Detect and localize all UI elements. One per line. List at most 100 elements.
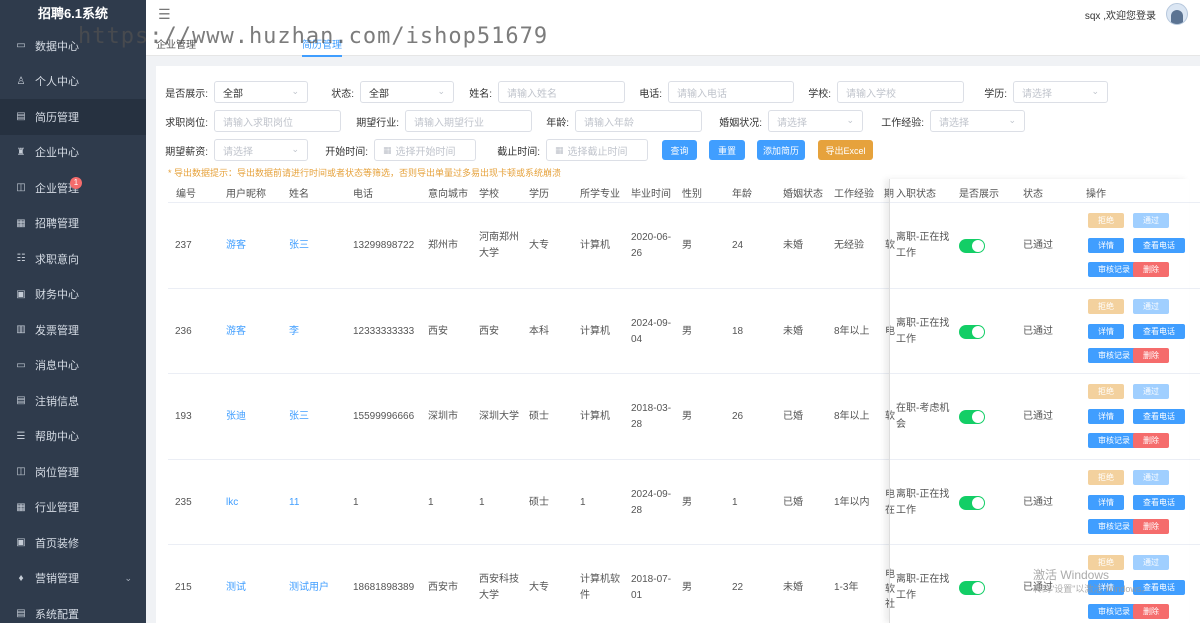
experience-select[interactable]: 请选择 ⌄ [930, 110, 1025, 132]
show-select[interactable]: 全部 ⌄ [214, 81, 308, 103]
cell-nickname-link[interactable]: 游客 [226, 238, 246, 253]
sidebar-item-settings[interactable]: ▤ 系统配置 [0, 596, 146, 623]
delete-button[interactable]: 删除 [1133, 604, 1169, 620]
delete-button[interactable]: 删除 [1133, 433, 1169, 449]
education-select[interactable]: 请选择 ⌄ [1013, 81, 1108, 103]
sidebar: 招聘6.1系统 ▭ 数据中心 ♙ 个人中心 ▤ 简历管理 ♜ 企业中心 ◫ 企业管理 1 ▦ 招聘管理 ☷… [0, 0, 146, 623]
sidebar-item-marketing[interactable]: ♦ 营销管理 ⌄ [0, 561, 146, 597]
sidebar-item-logout[interactable]: ▤ 注销信息 [0, 383, 146, 419]
help-icon: ☰ [16, 430, 26, 442]
export-excel-button[interactable]: 导出Excel [818, 140, 873, 160]
view-phone-button[interactable]: 查看电话 [1133, 238, 1185, 253]
sidebar-item-industry[interactable]: ▦ 行业管理 [0, 490, 146, 526]
cell-expectation-partial-2: 在 [885, 504, 895, 516]
reject-button[interactable]: 拒绝 [1088, 298, 1124, 314]
cell-id: 193 [175, 411, 192, 423]
cell-employment-status-line2: 工作 [896, 590, 916, 602]
sidebar-item-list[interactable]: ☷ 求职意向 [0, 241, 146, 277]
table-header: 编号 用户昵称 姓名 电话 意向城市 学校 学历 所学专业 毕业时间 性别 年龄 婚姻状态 工作经验期入… [168, 179, 1200, 203]
start-date-picker[interactable]: ▦ 选择开始时间 [374, 139, 476, 161]
sidebar-item-label: 发票管理 [35, 324, 79, 337]
top-bar: ☰ sqx ,欢迎您登录 [146, 0, 1200, 28]
display-toggle[interactable] [959, 239, 985, 253]
view-phone-button[interactable]: 查看电话 [1133, 323, 1185, 339]
detail-button[interactable]: 详情 [1088, 323, 1124, 339]
cell-graduation: 2020-06- [631, 232, 672, 243]
end-date-placeholder: 选择截止时间 [567, 146, 628, 158]
column-header: 年龄 [732, 189, 752, 200]
sidebar-item-box[interactable]: ◫ 岗位管理 [0, 454, 146, 490]
age-input[interactable]: 请输入年龄 [575, 110, 702, 132]
sidebar-item-home[interactable]: ▣ 首页装修 [0, 525, 146, 561]
cell-name-link[interactable]: 11 [289, 495, 299, 510]
cell-graduation-line2: 28 [631, 419, 643, 431]
cell-city: 西安市 [428, 582, 458, 594]
sidebar-item-wallet[interactable]: ▣ 财务中心 [0, 277, 146, 313]
cell-nickname-link[interactable]: 游客 [226, 324, 246, 339]
sidebar-item-cube[interactable]: ◫ 企业管理 1 [0, 170, 146, 206]
cell-nickname-link[interactable]: 张迪 [226, 409, 246, 424]
phone-input[interactable]: 请输入电话 [668, 81, 794, 103]
display-toggle[interactable] [959, 410, 985, 425]
reject-button[interactable]: 拒绝 [1088, 213, 1124, 228]
cell-name-link[interactable]: 测试用户 [289, 580, 329, 595]
reset-button[interactable]: 重置 [709, 140, 745, 160]
delete-button[interactable]: 删除 [1133, 347, 1169, 363]
salary-select[interactable]: 请选择 ⌄ [214, 139, 308, 161]
sidebar-item-company[interactable]: ♜ 企业中心 [0, 135, 146, 171]
display-toggle[interactable] [959, 324, 985, 339]
sidebar-item-document[interactable]: ▤ 简历管理 [0, 99, 146, 135]
sidebar-item-grid[interactable]: ▦ 招聘管理 [0, 206, 146, 242]
status-select[interactable]: 全部 ⌄ [360, 81, 454, 103]
detail-button[interactable]: 详情 [1088, 494, 1124, 510]
pass-button[interactable]: 通过 [1133, 384, 1169, 400]
user-greeting: sqx ,欢迎您登录 [1084, 10, 1156, 22]
cell-graduation-line2: 01 [631, 590, 643, 602]
display-toggle[interactable] [959, 495, 985, 510]
sidebar-item-user[interactable]: ♙ 个人中心 [0, 64, 146, 100]
tab-resume-management[interactable]: 简历管理 [302, 36, 342, 57]
cell-nickname-link[interactable]: lkc [226, 495, 238, 510]
avatar[interactable] [1166, 3, 1188, 25]
sidebar-item-help[interactable]: ☰ 帮助中心 [0, 419, 146, 455]
cell-nickname-link[interactable]: 测试 [226, 580, 246, 595]
view-phone-button[interactable]: 查看电话 [1133, 409, 1185, 425]
end-date-picker[interactable]: ▦ 选择截止时间 [546, 139, 648, 161]
column-header: 婚姻状态 [783, 189, 823, 200]
column-header: 毕业时间 [631, 189, 671, 200]
sidebar-item-message[interactable]: ▭ 消息中心 [0, 348, 146, 384]
delete-button[interactable]: 删除 [1133, 262, 1169, 277]
display-toggle[interactable] [959, 581, 985, 596]
pass-button[interactable]: 通过 [1133, 298, 1169, 314]
sidebar-item-chart[interactable]: ▭ 数据中心 [0, 28, 146, 64]
sidebar-item-clipboard[interactable]: ▥ 发票管理 [0, 312, 146, 348]
cell-expectation-partial: 电 [885, 569, 895, 581]
menu-toggle-icon[interactable]: ☰ [158, 6, 171, 23]
name-input[interactable]: 请输入姓名 [498, 81, 625, 103]
windows-activation-watermark: 激活 Windows [1033, 568, 1110, 582]
cell-name-link[interactable]: 张三 [289, 238, 309, 253]
reject-button[interactable]: 拒绝 [1088, 469, 1124, 485]
school-input[interactable]: 请输入学校 [837, 81, 964, 103]
marital-select[interactable]: 请选择 ⌄ [768, 110, 863, 132]
query-button[interactable]: 查询 [662, 140, 697, 160]
cell-name-link[interactable]: 张三 [289, 409, 309, 424]
add-resume-button[interactable]: 添加简历 [757, 140, 805, 160]
detail-button[interactable]: 详情 [1088, 238, 1124, 253]
job-input[interactable]: 请输入求职岗位 [214, 110, 341, 132]
tab-company-management[interactable]: 企业管理 [156, 36, 196, 51]
delete-button[interactable]: 删除 [1133, 518, 1169, 534]
cell-expectation-partial: 软 [885, 240, 895, 251]
cell-name-link[interactable]: 李 [289, 324, 299, 339]
user-icon: ♙ [16, 75, 26, 87]
reject-button[interactable]: 拒绝 [1088, 384, 1124, 400]
pass-button[interactable]: 通过 [1133, 555, 1169, 571]
view-phone-button[interactable]: 查看电话 [1133, 494, 1185, 510]
industry-input[interactable]: 请输入期望行业 [405, 110, 532, 132]
detail-button[interactable]: 详情 [1088, 409, 1124, 425]
cell-school: 河南郑州 [479, 232, 519, 243]
cell-phone: 12333333333 [353, 325, 415, 337]
chevron-down-icon: ⌄ [846, 115, 854, 125]
pass-button[interactable]: 通过 [1133, 213, 1169, 228]
pass-button[interactable]: 通过 [1133, 469, 1169, 485]
